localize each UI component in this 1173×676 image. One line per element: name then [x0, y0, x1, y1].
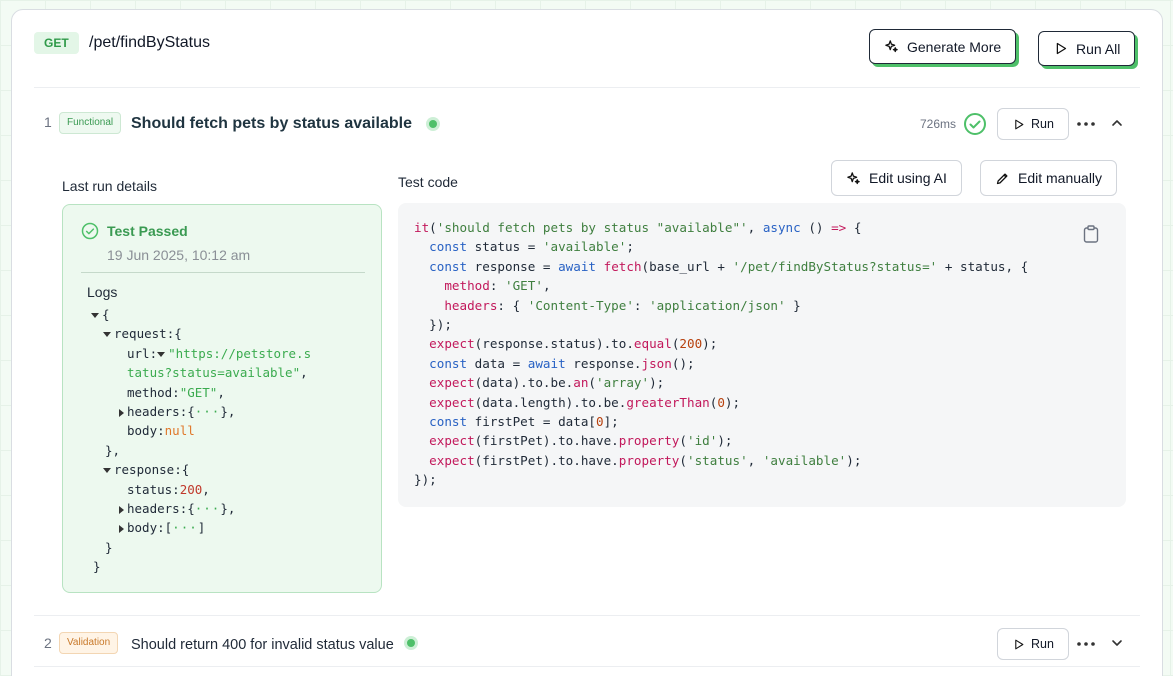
test-tag-functional: Functional — [59, 112, 122, 134]
test-code-panel: it('should fetch pets by status "availab… — [398, 203, 1126, 507]
clipboard-icon[interactable] — [1083, 225, 1099, 243]
caret-down-icon[interactable] — [103, 468, 111, 474]
endpoint-header: GET /pet/findByStatus Generate More Run … — [34, 28, 1140, 88]
json-response-close: } — [105, 539, 113, 555]
more-horizontal-icon[interactable] — [1076, 637, 1096, 651]
chevron-up-icon[interactable] — [1110, 116, 1124, 130]
test-tag-validation: Validation — [59, 632, 119, 654]
json-response-node[interactable]: response:{ — [91, 460, 376, 479]
test-suite-card: GET /pet/findByStatus Generate More Run … — [11, 9, 1163, 676]
caret-down-icon[interactable] — [103, 332, 111, 338]
run-label: Run — [1031, 637, 1054, 651]
test-index: 1 — [44, 114, 52, 130]
test-passed-title: Test Passed — [107, 223, 188, 239]
json-url-line-cont: tatus?status=available", — [127, 365, 308, 381]
json-body-line: body:null — [127, 423, 195, 439]
test-row[interactable]: 2 Validation Should return 400 for inval… — [34, 615, 1140, 667]
json-status-line: status:200, — [127, 481, 210, 497]
last-run-label: Last run details — [62, 178, 157, 194]
caret-down-icon[interactable] — [91, 313, 99, 318]
json-root-open[interactable]: { — [91, 305, 376, 324]
play-icon — [1015, 639, 1024, 649]
caret-right-icon[interactable] — [119, 505, 124, 514]
run-test-button[interactable]: Run — [997, 108, 1069, 140]
edit-manual-label: Edit manually — [1018, 170, 1103, 186]
code-block[interactable]: it('should fetch pets by status "availab… — [414, 218, 1028, 490]
caret-right-icon[interactable] — [119, 408, 124, 417]
logs-json-tree: { request:{ url: "https://petstore.s tatu… — [91, 305, 376, 577]
play-icon — [1056, 42, 1067, 55]
test-duration: 726ms — [920, 117, 957, 131]
check-circle-icon — [964, 113, 986, 135]
test-index: 2 — [44, 635, 52, 651]
run-timestamp: 19 Jun 2025, 10:12 am — [107, 247, 251, 263]
sparkle-icon — [847, 171, 860, 184]
logs-label: Logs — [87, 284, 118, 300]
run-all-label: Run All — [1076, 40, 1121, 57]
test-row[interactable]: 1 Functional Should fetch pets by status… — [34, 102, 1140, 146]
json-request-close: }, — [105, 442, 121, 458]
run-test-button[interactable]: Run — [997, 628, 1069, 660]
pencil-icon — [996, 173, 1008, 184]
chevron-down-icon[interactable] — [1110, 636, 1124, 650]
test-title: Should return 400 for invalid status val… — [131, 637, 394, 653]
play-icon — [1015, 119, 1024, 129]
edit-using-ai-button[interactable]: Edit using AI — [831, 160, 962, 196]
generate-more-label: Generate More — [907, 38, 1002, 55]
caret-right-icon[interactable] — [119, 524, 124, 533]
json-url-line: url: "https://petstore.s — [127, 345, 312, 361]
method-badge: GET — [34, 32, 79, 54]
test-title: Should fetch pets by status available — [131, 115, 412, 132]
more-horizontal-icon[interactable] — [1076, 117, 1096, 131]
run-label: Run — [1031, 117, 1054, 131]
divider — [81, 272, 365, 273]
json-root-close: } — [93, 559, 101, 575]
edit-manually-button[interactable]: Edit manually — [980, 160, 1118, 196]
json-method-line: method:"GET", — [127, 384, 225, 400]
json-headers-node[interactable]: headers:{···}, — [91, 402, 376, 421]
caret-down-icon[interactable] — [157, 351, 166, 357]
run-all-button[interactable]: Run All — [1038, 31, 1136, 66]
json-response-body-node[interactable]: body:[···] — [91, 518, 376, 537]
status-dot — [426, 117, 440, 131]
json-response-headers-node[interactable]: headers:{···}, — [91, 499, 376, 518]
check-circle-icon — [81, 222, 99, 240]
json-request-node[interactable]: request:{ — [91, 324, 376, 343]
edit-ai-label: Edit using AI — [869, 170, 947, 186]
endpoint-path: /pet/findByStatus — [89, 34, 210, 51]
test-code-label: Test code — [398, 174, 458, 190]
sparkle-icon — [885, 40, 898, 53]
status-dot — [404, 636, 418, 650]
run-details-panel: Test Passed 19 Jun 2025, 10:12 am Logs {… — [62, 204, 382, 593]
generate-more-button[interactable]: Generate More — [869, 29, 1017, 64]
